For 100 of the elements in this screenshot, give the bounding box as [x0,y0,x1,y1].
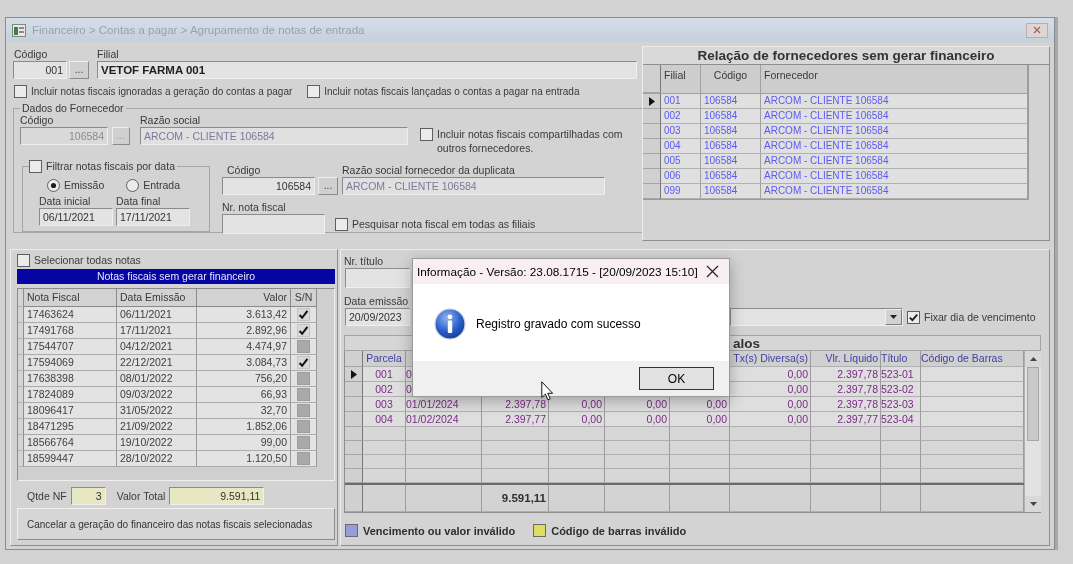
checkbox[interactable] [335,217,348,231]
pointer-triangle-icon [648,96,655,106]
field-label: Código [20,114,55,127]
table-cell: 106584 [701,94,761,109]
table-cell: 523-02 [881,382,921,397]
table-cell: 18599447 [24,451,117,467]
checkbox[interactable] [297,356,310,369]
invoice-number-field[interactable] [222,214,325,234]
table-cell: 2.397,78 [811,397,881,412]
table-cell: 003 [661,124,701,139]
checkbox[interactable] [297,452,310,465]
scrollbar-thumb[interactable] [1027,367,1039,441]
table-cell: 21/09/2022 [117,419,197,435]
date-field[interactable]: 17/11/2021 [116,208,190,226]
row-selector[interactable] [345,367,363,382]
checkbox-label: Incluir notas fiscais ignoradas a geração do contas a pagar [31,85,293,98]
checkbox-label: Filtrar notas fiscais por data [46,160,175,173]
table-cell [482,469,549,483]
field-label: Valor Total [116,490,166,502]
table-cell: 0,00 [730,397,811,412]
group-title: Dados do Fornecedor [21,102,125,114]
total-cell: 9.591,11 [482,485,549,512]
checkbox[interactable] [297,308,310,321]
checkbox[interactable] [297,420,310,433]
checkbox[interactable] [297,372,310,385]
row-selector[interactable] [643,94,661,109]
table-cell: 99,00 [197,435,291,451]
table-cell [549,455,605,469]
checkbox-label: Incluir notas fiscais lançadas o contas a pagar na entrada [324,85,580,98]
table-cell: 106584 [701,184,761,199]
grid-title-bar: Notas fiscais sem gerar financeiro [17,269,335,284]
column-header: Código de Barras [921,351,1024,367]
table-cell: 099 [661,184,701,199]
lookup-button[interactable]: ... [69,61,89,79]
radio-label: Entrada [143,179,181,192]
field-label: Razão social [140,114,202,127]
date-field[interactable]: 06/11/2021 [39,208,113,226]
scrollbar[interactable] [1024,351,1041,512]
field-label: Código [226,164,262,177]
legend-label: Código de barras inválido [551,524,687,537]
radio-button[interactable] [126,179,140,192]
field-label: Qtde NF [27,490,67,502]
checkbox[interactable] [297,388,310,401]
field-label: Nr. nota fiscal [222,201,287,214]
cancel-button[interactable]: Cancelar a geração do financeiro das notas fiscais selecionadas [17,508,335,540]
radio-label: Emissão [64,179,105,192]
table-cell: 2.397,77 [811,412,881,427]
table-cell: 17463624 [24,307,117,323]
lookup-button[interactable]: ... [318,177,338,195]
dropdown-field[interactable] [730,308,903,326]
table-cell: 106584 [701,139,761,154]
column-header: Código [701,65,761,93]
table-cell: ARCOM - CLIENTE 106584 [761,184,1028,199]
table-cell: 0,00 [605,397,670,412]
radio-button[interactable] [47,179,60,192]
table-cell: 19/10/2022 [117,435,197,451]
table-cell: 17824089 [24,387,117,403]
table-cell [363,441,406,455]
table-cell: 32,70 [197,403,291,419]
scroll-down-icon[interactable] [1029,502,1037,506]
ok-button[interactable]: OK [639,367,714,390]
branch-field[interactable]: VETOF FARMA 001 [97,61,637,79]
checkbox[interactable] [420,128,433,141]
title-number-field[interactable] [345,268,410,288]
panel-title: Relação de fornecedores sem gerar financeiro [643,47,1049,65]
checkbox[interactable] [297,404,310,417]
field-label: Código [13,48,49,61]
checkbox[interactable] [14,85,27,98]
table-cell: 1.120,50 [197,451,291,467]
table-cell [605,441,670,455]
table-cell: 17594069 [24,355,117,371]
checkbox[interactable] [17,254,30,267]
table-cell: 01/02/2024 [406,412,482,427]
field-label: Data emissão [344,295,410,308]
table-cell: 003 [363,397,406,412]
date-field[interactable]: 20/09/2023 [345,308,410,326]
code-field[interactable]: 001 [13,61,67,79]
code-field[interactable]: 106584 [222,177,315,195]
table-cell: 001 [363,367,406,382]
table-cell [363,469,406,483]
table-cell: 2.397,78 [811,382,881,397]
total-field[interactable]: 9.591,11 [169,487,265,505]
table-cell: 006 [661,169,701,184]
count-field[interactable]: 3 [70,487,106,505]
checkbox[interactable] [307,85,321,98]
table-cell [605,455,670,469]
checkbox[interactable] [907,310,920,324]
checkbox[interactable] [297,324,310,337]
checkbox[interactable] [297,436,310,449]
table-cell: 1.852,06 [197,419,291,435]
column-header: Nota Fiscal [24,289,117,307]
table-cell: 18566764 [24,435,117,451]
checkbox[interactable] [297,340,310,353]
checkbox[interactable] [29,160,42,173]
table-cell: 2.892,96 [197,323,291,339]
column-header: Tx(s) Diversa(s) [730,351,811,367]
table-cell: 106584 [701,169,761,184]
table-cell: 106584 [701,124,761,139]
scroll-up-icon[interactable] [1029,357,1037,361]
checkbox-label: Selecionar todas notas [34,254,141,267]
